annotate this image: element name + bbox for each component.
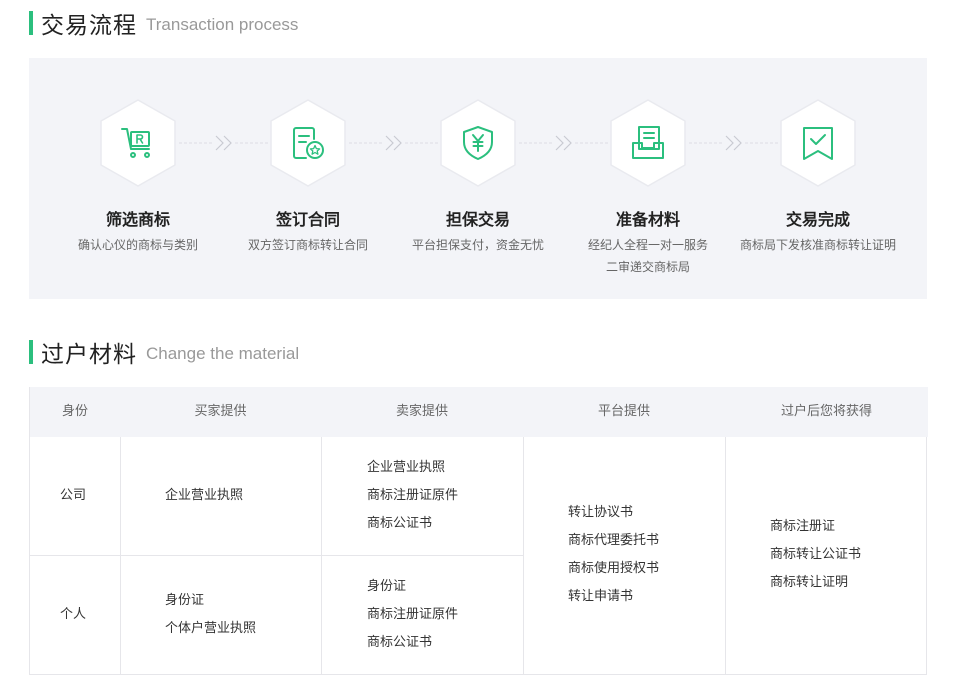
table-cell-buyer: 身份证 个体户营业执照: [165, 587, 256, 643]
step-desc-line: 双方签订商标转让合同: [247, 238, 368, 252]
cell-text: 商标公证书: [367, 516, 433, 531]
heading-zh: 过户材料: [41, 342, 137, 368]
cell-text: 企业营业执照: [165, 488, 244, 503]
table-cell-buyer: 企业营业执照: [165, 482, 243, 510]
step-title: 交易完成: [785, 210, 850, 229]
cell-text: 身份证: [367, 579, 407, 594]
table-header: 身份 买家提供 卖家提供 平台提供 过户后您将获得: [30, 387, 928, 437]
step-description: 双方签订商标转让合同: [223, 234, 393, 256]
heading-zh: 交易流程: [41, 13, 137, 39]
header-identity: 身份: [61, 404, 88, 419]
contract-icon: [293, 127, 324, 159]
process-step: 担保交易 平台担保支付，资金无忧: [393, 98, 563, 256]
cell-text: 企业营业执照: [367, 460, 446, 475]
table-cell-identity: 个人: [60, 601, 86, 629]
cell-text: 转让申请书: [568, 589, 634, 604]
cart-r-icon: [121, 128, 150, 158]
hexagon-badge: [98, 98, 178, 188]
step-title: 准备材料: [615, 210, 680, 229]
step-desc-line: 商标局下发核准商标转让证明: [739, 238, 896, 252]
hexagon-badge: [438, 98, 518, 188]
header-platform: 平台提供: [597, 404, 650, 419]
cell-text: 个体户营业执照: [165, 621, 257, 636]
step-description: 经纪人全程一对一服务 二审递交商标局: [563, 234, 733, 278]
row-divider: [30, 555, 523, 556]
hexagon-badge: [778, 98, 858, 188]
step-description: 商标局下发核准商标转让证明: [733, 234, 903, 256]
cell-text: 商标注册证原件: [367, 488, 459, 503]
column-divider: [523, 437, 524, 675]
step-desc-line: 确认心仪的商标与类别: [77, 238, 198, 252]
cell-text: 商标公证书: [367, 635, 433, 650]
step-description: 确认心仪的商标与类别: [53, 234, 223, 256]
step-description: 平台担保支付，资金无忧: [393, 234, 563, 256]
table-cell-identity: 公司: [60, 482, 86, 510]
cell-text: 身份证: [165, 593, 205, 608]
header-seller: 卖家提供: [395, 404, 448, 419]
hexagon-badge: [608, 98, 688, 188]
cell-text: 商标代理委托书: [568, 533, 660, 548]
heading-en: Transaction process: [146, 15, 299, 34]
column-divider: [120, 437, 121, 675]
table-cell-obtain: 商标注册证 商标转让公证书 商标转让证明: [770, 513, 861, 597]
step-title: 筛选商标: [105, 210, 170, 229]
hexagon-badge: [268, 98, 348, 188]
step-desc-line: 二审递交商标局: [605, 260, 690, 274]
table-cell-platform: 转让协议书 商标代理委托书 商标使用授权书 转让申请书: [568, 499, 659, 611]
process-step: 交易完成 商标局下发核准商标转让证明: [733, 98, 903, 256]
process-step: 签订合同 双方签订商标转让合同: [223, 98, 393, 256]
cell-text: 商标转让公证书: [770, 547, 862, 562]
process-step: 准备材料 经纪人全程一对一服务 二审递交商标局: [563, 98, 733, 278]
header-buyer: 买家提供: [194, 404, 247, 419]
change-material-heading: 过户材料 Change the material: [29, 337, 300, 368]
step-desc-line: 平台担保支付，资金无忧: [411, 238, 544, 252]
column-divider: [321, 437, 322, 675]
step-desc-line: 经纪人全程一对一服务: [587, 238, 708, 252]
cell-text: 商标转让证明: [770, 575, 849, 590]
shield-yen-icon: [463, 126, 493, 160]
transaction-process-heading: 交易流程 Transaction process: [29, 8, 299, 39]
heading-accent-bar: [29, 11, 33, 35]
process-step: 筛选商标 确认心仪的商标与类别: [53, 98, 223, 256]
check-badge-icon: [803, 127, 833, 160]
cell-text: 个人: [60, 607, 87, 622]
step-title: 签订合同: [275, 210, 340, 229]
column-divider: [725, 437, 726, 675]
cell-text: 商标注册证原件: [367, 607, 459, 622]
cell-text: 公司: [60, 488, 87, 503]
table-cell-seller: 身份证 商标注册证原件 商标公证书: [367, 573, 458, 657]
step-title: 担保交易: [445, 210, 510, 229]
heading-en: Change the material: [146, 344, 300, 363]
cell-text: 商标使用授权书: [568, 561, 660, 576]
heading-accent-bar: [29, 340, 33, 364]
cell-text: 商标注册证: [770, 519, 836, 534]
process-panel: 筛选商标 确认心仪的商标与类别 签订合同 双方签订商标转让合同 担保交易 平台担…: [29, 58, 927, 299]
documents-tray-icon: [632, 126, 664, 159]
table-cell-seller: 企业营业执照 商标注册证原件 商标公证书: [367, 454, 458, 538]
cell-text: 转让协议书: [568, 505, 634, 520]
materials-table: 身份 买家提供 卖家提供 平台提供 过户后您将获得 公司 企业营业执照 企业营业…: [29, 387, 928, 675]
header-obtain: 过户后您将获得: [780, 404, 872, 419]
